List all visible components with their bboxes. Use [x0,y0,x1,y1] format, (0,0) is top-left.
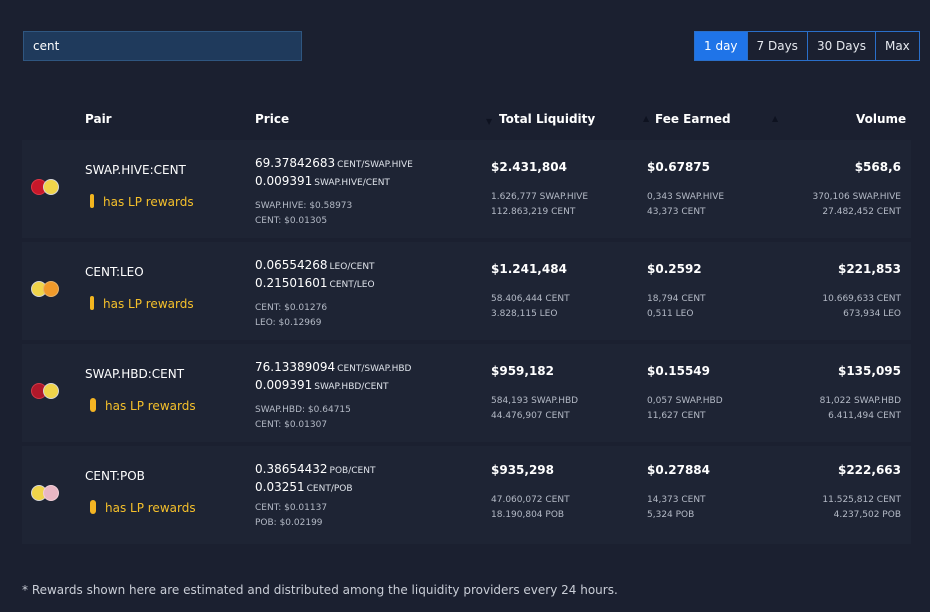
sort-icon[interactable]: ▲ [643,114,649,123]
total-liquidity-value: $959,182 [491,364,555,378]
pair-token-icons [31,381,65,401]
table-row[interactable]: CENT:POB has LP rewards 0.38654432 POB/CE… [22,446,911,544]
table-row[interactable]: SWAP.HIVE:CENT has LP rewards 69.3784268… [22,140,911,238]
time-range-toggle: 1 day 7 Days 30 Days Max [694,31,920,61]
table-row[interactable]: SWAP.HBD:CENT has LP rewards 76.13389094… [22,344,911,442]
column-header-fee-earned[interactable]: Fee Earned [655,112,731,126]
pair-token-icons [31,177,65,197]
pair-name[interactable]: SWAP.HBD:CENT [85,367,184,381]
volume-value: $568,6 [854,160,901,174]
volume-value: $222,663 [837,463,901,477]
fee-amount-a: 0,057 SWAP.HBD [647,396,723,406]
lp-reward-icon [90,500,96,514]
volume-amount-b: 673,934 LEO [843,309,901,319]
total-liquidity-value: $935,298 [491,463,555,477]
search-input[interactable] [23,31,302,61]
volume-amount-b: 4.237,502 POB [833,510,901,520]
sort-desc-icon[interactable]: ▼ [486,117,492,126]
usd-price-a: CENT: $0.01276 [255,303,328,313]
price-primary: 0.06554268 LEO/CENT [255,258,375,272]
volume-amount-b: 6.411,494 CENT [828,411,901,421]
liquidity-amount-a: 58.406,444 CENT [491,294,570,304]
lp-reward-icon [90,398,96,412]
price-primary: 69.37842683 CENT/SWAP.HIVE [255,156,413,170]
usd-price-a: SWAP.HBD: $0.64715 [255,405,351,415]
fee-amount-a: 18,794 CENT [647,294,706,304]
sort-icon[interactable]: ▲ [772,114,778,123]
usd-price-b: POB: $0.02199 [255,518,323,528]
liquidity-amount-b: 112.863,219 CENT [491,207,576,217]
cent-token-icon [43,383,59,399]
fee-earned-value: $0.2592 [647,262,702,276]
rewards-footnote: * Rewards shown here are estimated and d… [22,583,618,597]
volume-amount-a: 11.525,812 CENT [822,495,901,505]
fee-amount-a: 0,343 SWAP.HIVE [647,192,725,202]
pair-token-icons [31,483,65,503]
total-liquidity-value: $2.431,804 [491,160,567,174]
lp-rewards-badge: has LP rewards [90,398,196,413]
range-1-day-button[interactable]: 1 day [695,32,747,60]
liquidity-amount-a: 584,193 SWAP.HBD [491,396,579,406]
range-30-days-button[interactable]: 30 Days [806,32,875,60]
total-liquidity-value: $1.241,484 [491,262,567,276]
usd-price-b: CENT: $0.01305 [255,216,328,226]
fee-earned-value: $0.15549 [647,364,711,378]
price-secondary: 0.21501601 CENT/LEO [255,276,375,290]
column-header-price[interactable]: Price [255,112,289,126]
liquidity-amount-b: 18.190,804 POB [491,510,565,520]
fee-amount-b: 5,324 POB [647,510,695,520]
price-secondary: 0.03251 CENT/POB [255,480,353,494]
lp-rewards-badge: has LP rewards [90,296,194,311]
volume-amount-b: 27.482,452 CENT [822,207,901,217]
volume-value: $221,853 [837,262,901,276]
liquidity-amount-a: 47.060,072 CENT [491,495,570,505]
volume-value: $135,095 [837,364,901,378]
pair-name[interactable]: SWAP.HIVE:CENT [85,163,186,177]
pair-name[interactable]: CENT:POB [85,469,145,483]
fee-earned-value: $0.67875 [647,160,711,174]
column-header-pair[interactable]: Pair [85,112,112,126]
pair-name[interactable]: CENT:LEO [85,265,144,279]
volume-amount-a: 370,106 SWAP.HIVE [812,192,901,202]
usd-price-a: SWAP.HIVE: $0.58973 [255,201,353,211]
column-header-total-liquidity[interactable]: Total Liquidity [499,112,595,126]
fee-amount-b: 43,373 CENT [647,207,706,217]
price-secondary: 0.009391 SWAP.HBD/CENT [255,378,389,392]
range-max-button[interactable]: Max [874,32,919,60]
fee-amount-b: 11,627 CENT [647,411,706,421]
price-primary: 0.38654432 POB/CENT [255,462,376,476]
price-primary: 76.13389094 CENT/SWAP.HBD [255,360,412,374]
fee-earned-value: $0.27884 [647,463,711,477]
pob-token-icon [43,485,59,501]
liquidity-amount-b: 44.476,907 CENT [491,411,570,421]
lp-reward-icon [90,296,94,310]
range-7-days-button[interactable]: 7 Days [746,32,807,60]
volume-amount-a: 10.669,633 CENT [822,294,901,304]
table-row[interactable]: CENT:LEO has LP rewards 0.06554268 LEO/CE… [22,242,911,340]
usd-price-b: LEO: $0.12969 [255,318,322,328]
pair-token-icons [31,279,65,299]
lp-rewards-badge: has LP rewards [90,500,196,515]
usd-price-b: CENT: $0.01307 [255,420,328,430]
fee-amount-b: 0,511 LEO [647,309,694,319]
liquidity-amount-a: 1.626,777 SWAP.HIVE [491,192,589,202]
volume-amount-a: 81,022 SWAP.HBD [819,396,901,406]
lp-rewards-badge: has LP rewards [90,194,194,209]
liquidity-amount-b: 3.828,115 LEO [491,309,558,319]
usd-price-a: CENT: $0.01137 [255,503,328,513]
column-header-volume[interactable]: Volume [856,112,906,126]
leo-token-icon [43,281,59,297]
lp-reward-icon [90,194,94,208]
fee-amount-a: 14,373 CENT [647,495,706,505]
price-secondary: 0.009391 SWAP.HIVE/CENT [255,174,390,188]
cent-token-icon [43,179,59,195]
